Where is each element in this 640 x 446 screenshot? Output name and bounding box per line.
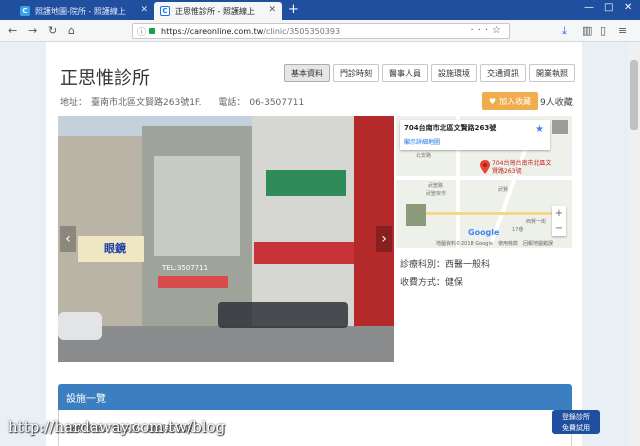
street-label: 武聖夜市 bbox=[426, 191, 447, 197]
watermark-text: http://hardaway.com.tw/blog bbox=[8, 418, 226, 436]
address-value: 臺南市北區文賢路263號1F. bbox=[91, 98, 202, 108]
library-icon[interactable]: ▥ bbox=[582, 24, 592, 37]
scrollbar-thumb[interactable] bbox=[630, 60, 638, 130]
page-actions-icon[interactable]: ···☆ bbox=[470, 25, 505, 36]
tab-label: 照護地圖-院所 - 照護線上 bbox=[35, 6, 126, 16]
download-icon[interactable]: ⤓ bbox=[562, 24, 567, 38]
carousel-next-button[interactable]: › bbox=[376, 226, 392, 252]
map-zoom-control: + − bbox=[552, 206, 566, 236]
browser-tab-bar: C 照護地圖-院所 - 照護線上 ✕ C 正思惟診所 - 照護線上 ✕ + — … bbox=[0, 0, 640, 20]
tab-transport[interactable]: 交通資訊 bbox=[480, 64, 526, 82]
home-icon[interactable]: ⌂ bbox=[68, 24, 75, 37]
info-icon[interactable]: ⓘ bbox=[137, 25, 146, 38]
clinic-name: 正思惟診所 bbox=[60, 68, 150, 89]
street-label: 西賢一街 bbox=[526, 219, 547, 225]
carousel-prev-button[interactable]: ‹ bbox=[60, 226, 76, 252]
tab-clinic-hours[interactable]: 門診時刻 bbox=[333, 64, 379, 82]
reload-icon[interactable]: ↻ bbox=[48, 24, 57, 37]
register-clinic-button[interactable]: 登錄診所 免費試用 bbox=[552, 410, 600, 434]
street-label: 武聖路 bbox=[428, 183, 444, 189]
clinic-details: 診療科別：西醫一般科 收費方式：健保 bbox=[400, 256, 490, 292]
map-footer: 地圖資料©2018 Google 使用條款 回報地圖錯誤 bbox=[436, 241, 553, 247]
favorite-count: 9人收藏 bbox=[540, 98, 573, 108]
facilities-heading: 設施一覽 bbox=[58, 384, 572, 410]
url-bar[interactable]: ⓘ https://careonline.com.tw/clinic/35053… bbox=[132, 23, 510, 39]
street-label: 北安路 bbox=[416, 153, 432, 159]
map-pin-icon[interactable] bbox=[480, 160, 490, 174]
browser-tab-map[interactable]: C 照護地圖-院所 - 照護線上 ✕ bbox=[14, 2, 154, 20]
tab-favicon: C bbox=[160, 6, 170, 16]
page-scrollbar[interactable] bbox=[628, 42, 640, 446]
browser-nav-bar: ← → ↻ ⌂ ⓘ https://careonline.com.tw/clin… bbox=[0, 20, 640, 42]
browser-tab-clinic[interactable]: C 正思惟診所 - 照護線上 ✕ bbox=[154, 2, 282, 20]
clinic-photo: 眼鏡 TEL:3507711 ‹ › bbox=[58, 116, 394, 362]
tab-medical-staff[interactable]: 醫事人員 bbox=[382, 64, 428, 82]
phone-value: 06-3507711 bbox=[249, 98, 305, 108]
heart-icon: ♥ bbox=[488, 96, 497, 106]
close-window-button[interactable]: ✕ bbox=[624, 2, 632, 13]
tab-license[interactable]: 開業執照 bbox=[529, 64, 575, 82]
payment-text: 收費方式：健保 bbox=[400, 278, 464, 288]
close-tab-icon[interactable]: ✕ bbox=[268, 5, 276, 15]
clinic-page: 正思惟診所 基本資料 門診時刻 醫事人員 設施環境 交通資訊 開業執照 地址：臺… bbox=[46, 42, 582, 446]
google-logo: Google bbox=[468, 228, 500, 237]
zoom-in-button[interactable]: + bbox=[552, 206, 566, 221]
phone-label: 電話： bbox=[218, 98, 246, 108]
menu-icon[interactable]: ≡ bbox=[618, 24, 627, 37]
add-favorite-button[interactable]: ♥ 加入收藏 bbox=[482, 92, 538, 110]
shop-sign: 眼鏡 bbox=[104, 242, 126, 255]
street-label: 武賢 bbox=[498, 187, 509, 193]
tab-facilities[interactable]: 設施環境 bbox=[431, 64, 477, 82]
map-card-address: 704台南市北區文賢路263號 bbox=[404, 124, 497, 132]
close-tab-icon[interactable]: ✕ bbox=[140, 5, 148, 15]
back-icon[interactable]: ← bbox=[8, 24, 17, 37]
clinic-nav-tabs: 基本資料 門診時刻 醫事人員 設施環境 交通資訊 開業執照 bbox=[281, 64, 575, 82]
street-label: 17巷 bbox=[512, 227, 524, 233]
minimize-button[interactable]: — bbox=[584, 2, 594, 13]
lock-icon bbox=[149, 28, 156, 34]
phone-sign: TEL:3507711 bbox=[162, 264, 209, 272]
sidebar-icon[interactable]: ▯ bbox=[600, 24, 606, 37]
page-background: 正思惟診所 基本資料 門診時刻 醫事人員 設施環境 交通資訊 開業執照 地址：臺… bbox=[0, 42, 628, 446]
address-label: 地址： bbox=[60, 98, 88, 108]
new-tab-button[interactable]: + bbox=[288, 2, 299, 17]
location-map[interactable]: 北安路 武聖路 武聖夜市 武賢 西賢一街 17巷 704台南市北區文賢路263號… bbox=[396, 116, 572, 248]
tab-label: 正思惟診所 - 照護線上 bbox=[175, 6, 255, 16]
map-pin-label: 704台灣台南市北區文賢路263號 bbox=[492, 160, 552, 175]
tab-favicon: C bbox=[20, 6, 30, 16]
star-icon[interactable]: ★ bbox=[535, 124, 544, 135]
tab-basic-info[interactable]: 基本資料 bbox=[284, 64, 330, 82]
specialty-text: 診療科別：西醫一般科 bbox=[400, 260, 491, 270]
zoom-out-button[interactable]: − bbox=[552, 221, 566, 236]
forward-icon[interactable]: → bbox=[28, 24, 37, 37]
map-detail-link[interactable]: 顯示詳細地圖 bbox=[404, 137, 546, 146]
maximize-button[interactable]: □ bbox=[604, 2, 613, 13]
url-text: https://careonline.com.tw/clinic/3505350… bbox=[161, 26, 341, 36]
map-info-card: 704台南市北區文賢路263號 顯示詳細地圖 ★ bbox=[400, 120, 550, 150]
street-view-thumbnail[interactable] bbox=[552, 120, 568, 134]
clinic-contact: 地址： 臺南市北區文賢路263號1F. 電話： 06-3507711 bbox=[60, 95, 308, 108]
